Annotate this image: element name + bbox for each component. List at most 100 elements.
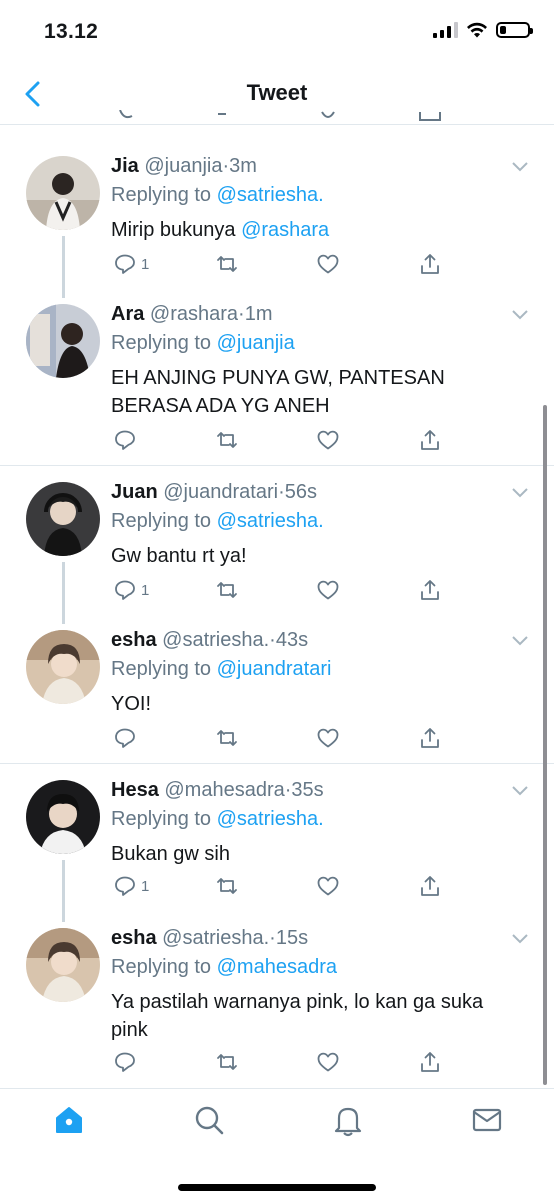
- thread-divider: [0, 465, 554, 466]
- tweet-text-mention[interactable]: @rashara: [241, 219, 329, 241]
- search-icon[interactable]: [192, 1103, 226, 1137]
- chevron-down-icon[interactable]: [512, 786, 528, 796]
- share-icon: [421, 254, 439, 274]
- scrollbar[interactable]: [543, 405, 547, 1085]
- like-button[interactable]: [316, 726, 340, 750]
- heart-icon: [317, 876, 339, 896]
- tweet[interactable]: esha @satriesha.·43s Replying to @juandr…: [0, 626, 554, 762]
- retweet-button[interactable]: [215, 874, 239, 898]
- tweet-content: Juan @juandratari·56s Replying to @satri…: [111, 480, 514, 570]
- tweet-text: Bukan gw sih: [111, 843, 230, 865]
- replying-to-label: Replying to: [111, 332, 212, 354]
- like-button[interactable]: [316, 578, 340, 602]
- replying-to-mention[interactable]: @satriesha.: [217, 808, 324, 830]
- tweet-content: esha @satriesha.·15s Replying to @mahesa…: [111, 926, 514, 1044]
- reply-icon: [115, 876, 135, 896]
- reply-button[interactable]: 1: [113, 874, 149, 898]
- tweet-header: esha @satriesha.·15s: [111, 926, 514, 950]
- separator-dot: ·: [269, 629, 276, 651]
- reply-button[interactable]: 1: [113, 252, 149, 276]
- like-button[interactable]: [316, 874, 340, 898]
- avatar[interactable]: [26, 928, 100, 1002]
- replying-to-mention[interactable]: @satriesha.: [217, 510, 324, 532]
- share-button[interactable]: [418, 428, 442, 452]
- tweet-time: 15s: [275, 927, 309, 949]
- chevron-down-icon[interactable]: [512, 636, 528, 646]
- share-button[interactable]: [418, 1050, 442, 1074]
- heart-icon: [317, 1052, 339, 1072]
- user-handle[interactable]: @juanjia: [144, 155, 222, 177]
- display-name[interactable]: Ara: [111, 303, 144, 325]
- tweet[interactable]: Hesa @mahesadra·35s Replying to @satries…: [0, 776, 554, 916]
- chevron-down-icon[interactable]: [512, 310, 528, 320]
- tweet[interactable]: esha @satriesha.·15s Replying to @mahesa…: [0, 924, 554, 1084]
- chevron-down-icon[interactable]: [512, 934, 528, 944]
- retweet-button[interactable]: [215, 428, 239, 452]
- tweet-header: Ara @rashara·1m: [111, 302, 514, 326]
- home-icon[interactable]: [52, 1103, 86, 1137]
- tweet-actions: [111, 428, 451, 454]
- replying-to-mention[interactable]: @satriesha.: [217, 184, 324, 206]
- chevron-down-icon[interactable]: [512, 488, 528, 498]
- tweet-actions: 1: [111, 578, 451, 604]
- avatar[interactable]: [26, 630, 100, 704]
- avatar[interactable]: [26, 780, 100, 854]
- share-button[interactable]: [418, 252, 442, 276]
- like-button[interactable]: [316, 1050, 340, 1074]
- replying-to: Replying to @satriesha.: [111, 806, 514, 832]
- separator-dot: ·: [269, 927, 276, 949]
- display-name[interactable]: Hesa: [111, 779, 159, 801]
- thread-divider: [0, 763, 554, 764]
- user-handle[interactable]: @mahesadra: [164, 779, 284, 801]
- display-name[interactable]: esha: [111, 629, 157, 651]
- avatar[interactable]: [26, 482, 100, 556]
- reply-button[interactable]: [113, 1050, 141, 1074]
- avatar[interactable]: [26, 156, 100, 230]
- display-name[interactable]: esha: [111, 927, 157, 949]
- bell-icon[interactable]: [331, 1103, 365, 1137]
- tweet-text: Ya pastilah warnanya pink, lo kan ga suk…: [111, 991, 484, 1041]
- share-button[interactable]: [418, 578, 442, 602]
- share-button[interactable]: [418, 874, 442, 898]
- reply-button[interactable]: 1: [113, 578, 149, 602]
- retweet-icon: [217, 432, 237, 448]
- tweet[interactable]: Jia @juanjia·3m Replying to @satriesha. …: [0, 152, 554, 292]
- share-button[interactable]: [418, 726, 442, 750]
- like-button[interactable]: [316, 428, 340, 452]
- replying-to-label: Replying to: [111, 658, 212, 680]
- user-handle[interactable]: @juandratari: [163, 481, 278, 503]
- reply-button[interactable]: [113, 726, 141, 750]
- replying-to: Replying to @satriesha.: [111, 508, 514, 534]
- replying-to-mention[interactable]: @juandratari: [217, 658, 332, 680]
- retweet-button[interactable]: [215, 1050, 239, 1074]
- replying-to-label: Replying to: [111, 808, 212, 830]
- tweet-time: 56s: [284, 481, 317, 503]
- retweet-button[interactable]: [215, 726, 239, 750]
- avatar[interactable]: [26, 304, 100, 378]
- retweet-button[interactable]: [215, 252, 239, 276]
- tweet-content: Jia @juanjia·3m Replying to @satriesha. …: [111, 154, 514, 244]
- replying-to-mention[interactable]: @juanjia: [217, 332, 295, 354]
- heart-icon: [317, 430, 339, 450]
- tweet[interactable]: Juan @juandratari·56s Replying to @satri…: [0, 478, 554, 618]
- reply-button[interactable]: [113, 428, 141, 452]
- tweet-content: Ara @rashara·1m Replying to @juanjia EH …: [111, 302, 514, 420]
- chevron-down-icon[interactable]: [512, 162, 528, 172]
- user-handle[interactable]: @satriesha.: [162, 629, 269, 651]
- status-time: 13.12: [44, 20, 99, 43]
- display-name[interactable]: Jia: [111, 155, 139, 177]
- tweet[interactable]: Ara @rashara·1m Replying to @juanjia EH …: [0, 300, 554, 464]
- user-handle[interactable]: @rashara: [150, 303, 238, 325]
- retweet-icon: [217, 256, 237, 272]
- mail-icon[interactable]: [470, 1103, 504, 1137]
- user-handle[interactable]: @satriesha.: [162, 927, 269, 949]
- tweet-text-body: Mirip bukunya: [111, 219, 242, 241]
- like-button[interactable]: [316, 252, 340, 276]
- display-name[interactable]: Juan: [111, 481, 158, 503]
- tweet-actions: 1: [111, 252, 451, 278]
- retweet-button[interactable]: [215, 578, 239, 602]
- previous-tweet-actions-remnant: [0, 110, 554, 124]
- tweet-text: Gw bantu rt ya!: [111, 545, 247, 567]
- tweet-header: Jia @juanjia·3m: [111, 154, 514, 178]
- replying-to-mention[interactable]: @mahesadra: [217, 956, 337, 978]
